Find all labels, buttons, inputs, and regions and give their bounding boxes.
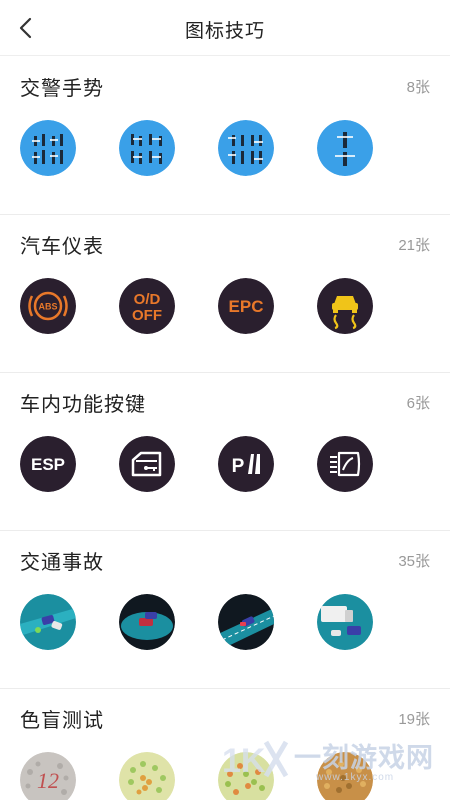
rear-defrost-icon[interactable] [317,436,373,492]
door-unlock-icon[interactable] [119,436,175,492]
esp-icon[interactable]: ESP [20,436,76,492]
od-text: O/D [134,291,161,308]
section-count: 21张 [398,237,430,254]
icon-row: ESP P [0,436,450,492]
section-car-buttons[interactable]: 车内功能按键 6张 ESP P [0,372,450,530]
od-off-icon[interactable]: O/D OFF [119,278,175,334]
section-car-dashboard[interactable]: 汽车仪表 21张 ABS O/D OFF EPC [0,214,450,372]
color-blind-plate-1-icon[interactable]: 12 [20,752,76,800]
section-color-blind-test[interactable]: 色盲测试 19张 12 [0,688,450,800]
traffic-police-gesture-4-icon[interactable] [317,120,373,176]
icon-row [0,594,450,650]
section-title: 色盲测试 [20,710,104,732]
section-traffic-accident[interactable]: 交通事故 35张 [0,530,450,688]
parking-sensor-icon[interactable]: P [218,436,274,492]
section-title: 汽车仪表 [20,236,104,258]
section-title: 交警手势 [20,78,104,100]
section-count: 35张 [398,553,430,570]
plate-number-text: 12 [37,768,59,793]
section-title: 交通事故 [20,552,104,574]
epc-icon[interactable]: EPC [218,278,274,334]
off-text: OFF [132,307,162,324]
abs-text: ABS [38,302,57,312]
section-traffic-police[interactable]: 交警手势 8张 [0,56,450,214]
accident-scene-3-icon[interactable] [218,594,274,650]
epc-text: EPC [229,297,264,316]
abs-warning-icon[interactable]: ABS [20,278,76,334]
icon-row [0,120,450,176]
accident-scene-1-icon[interactable] [20,594,76,650]
color-blind-plate-4-icon[interactable] [317,752,373,800]
top-bar: 图标技巧 [0,0,450,56]
section-count: 8张 [406,79,430,96]
section-count: 6张 [406,395,430,412]
traction-control-icon[interactable] [317,278,373,334]
accident-scene-2-icon[interactable] [119,594,175,650]
icon-row: 12 [0,752,450,800]
accident-scene-4-icon[interactable] [317,594,373,650]
page-title: 图标技巧 [184,21,265,42]
icon-row: ABS O/D OFF EPC [0,278,450,334]
svg-text:P: P [232,456,245,477]
color-blind-plate-3-icon[interactable] [218,752,274,800]
color-blind-plate-2-icon[interactable] [119,752,175,800]
traffic-police-gesture-1-icon[interactable] [20,120,76,176]
section-count: 19张 [398,711,430,728]
traffic-police-gesture-2-icon[interactable] [119,120,175,176]
section-title: 车内功能按键 [20,394,146,416]
esp-text: ESP [31,455,65,474]
traffic-police-gesture-3-icon[interactable] [218,120,274,176]
